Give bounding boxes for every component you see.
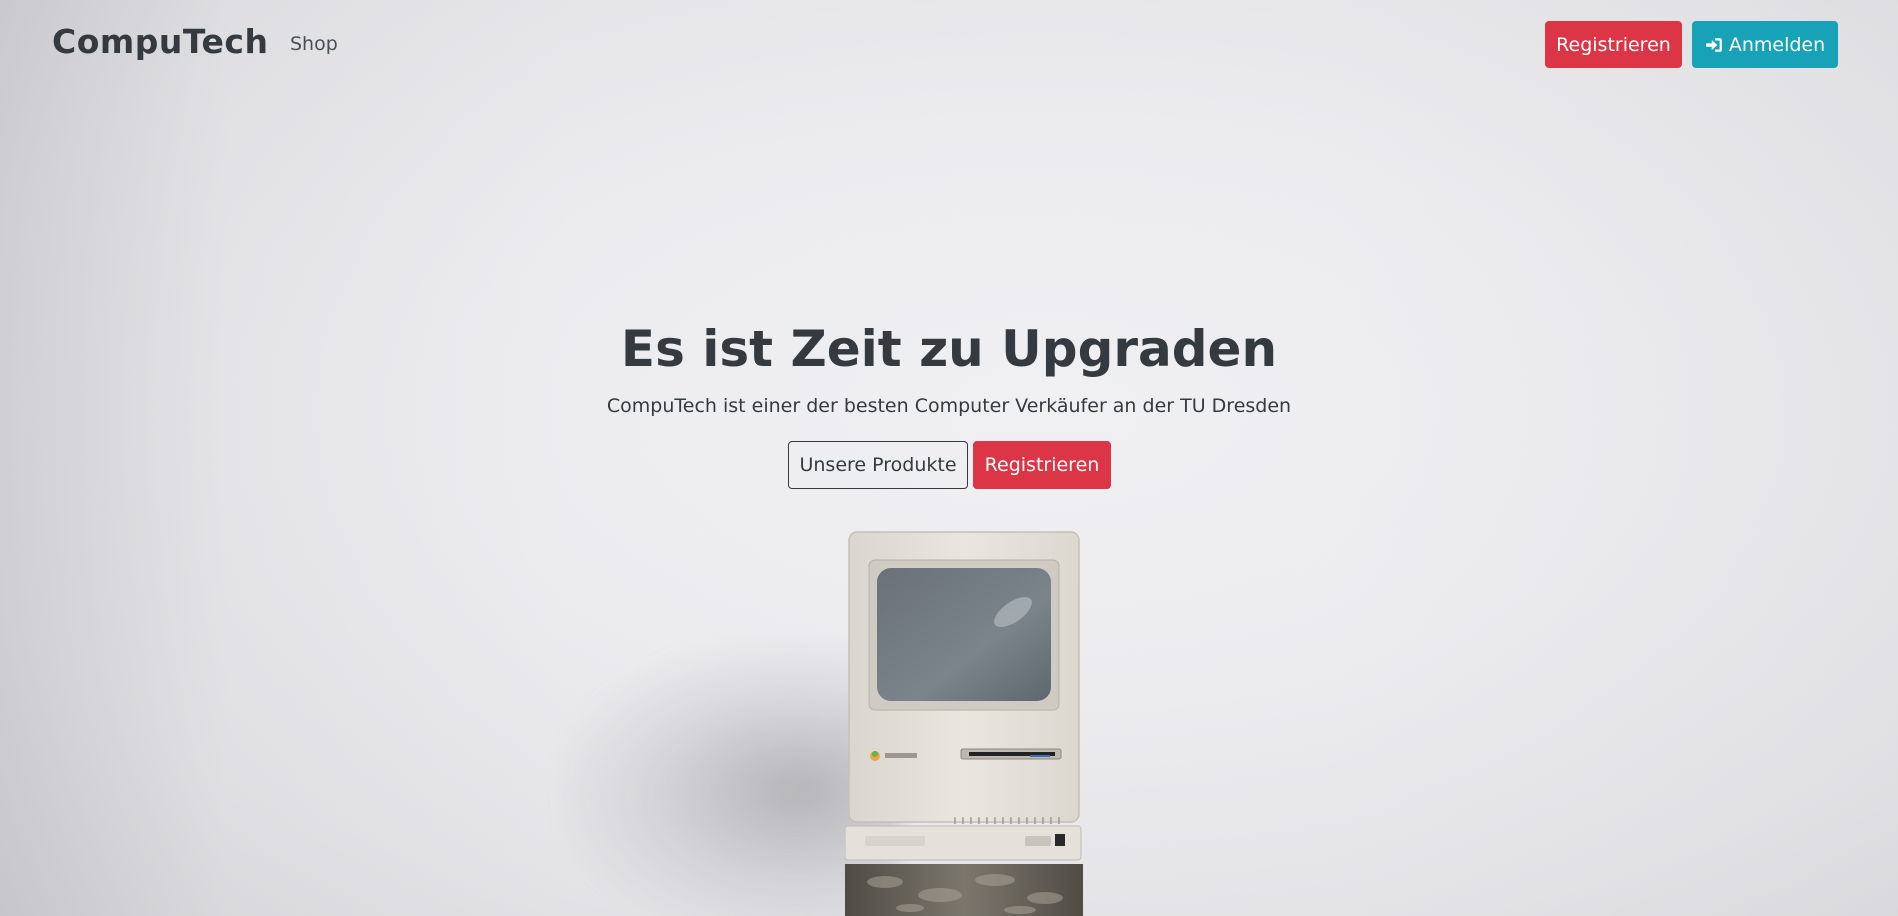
nav-login-label: Anmelden [1728,33,1826,56]
hero-register-button[interactable]: Registrieren [973,441,1111,489]
nav-register-button[interactable]: Registrieren [1545,21,1682,68]
navbar: CompuTech Shop Registrieren Anmelden [0,0,1898,90]
brand-logo[interactable]: CompuTech [52,22,268,61]
nav-login-button[interactable]: Anmelden [1692,21,1838,68]
our-products-button[interactable]: Unsere Produkte [788,441,968,489]
vintage-computer-image [845,531,1083,916]
hero-subtitle: CompuTech ist einer der besten Computer … [606,395,1292,417]
hero-title: Es ist Zeit zu Upgraden [620,320,1278,378]
nav-link-shop[interactable]: Shop [290,33,338,55]
sign-in-icon [1705,37,1722,52]
